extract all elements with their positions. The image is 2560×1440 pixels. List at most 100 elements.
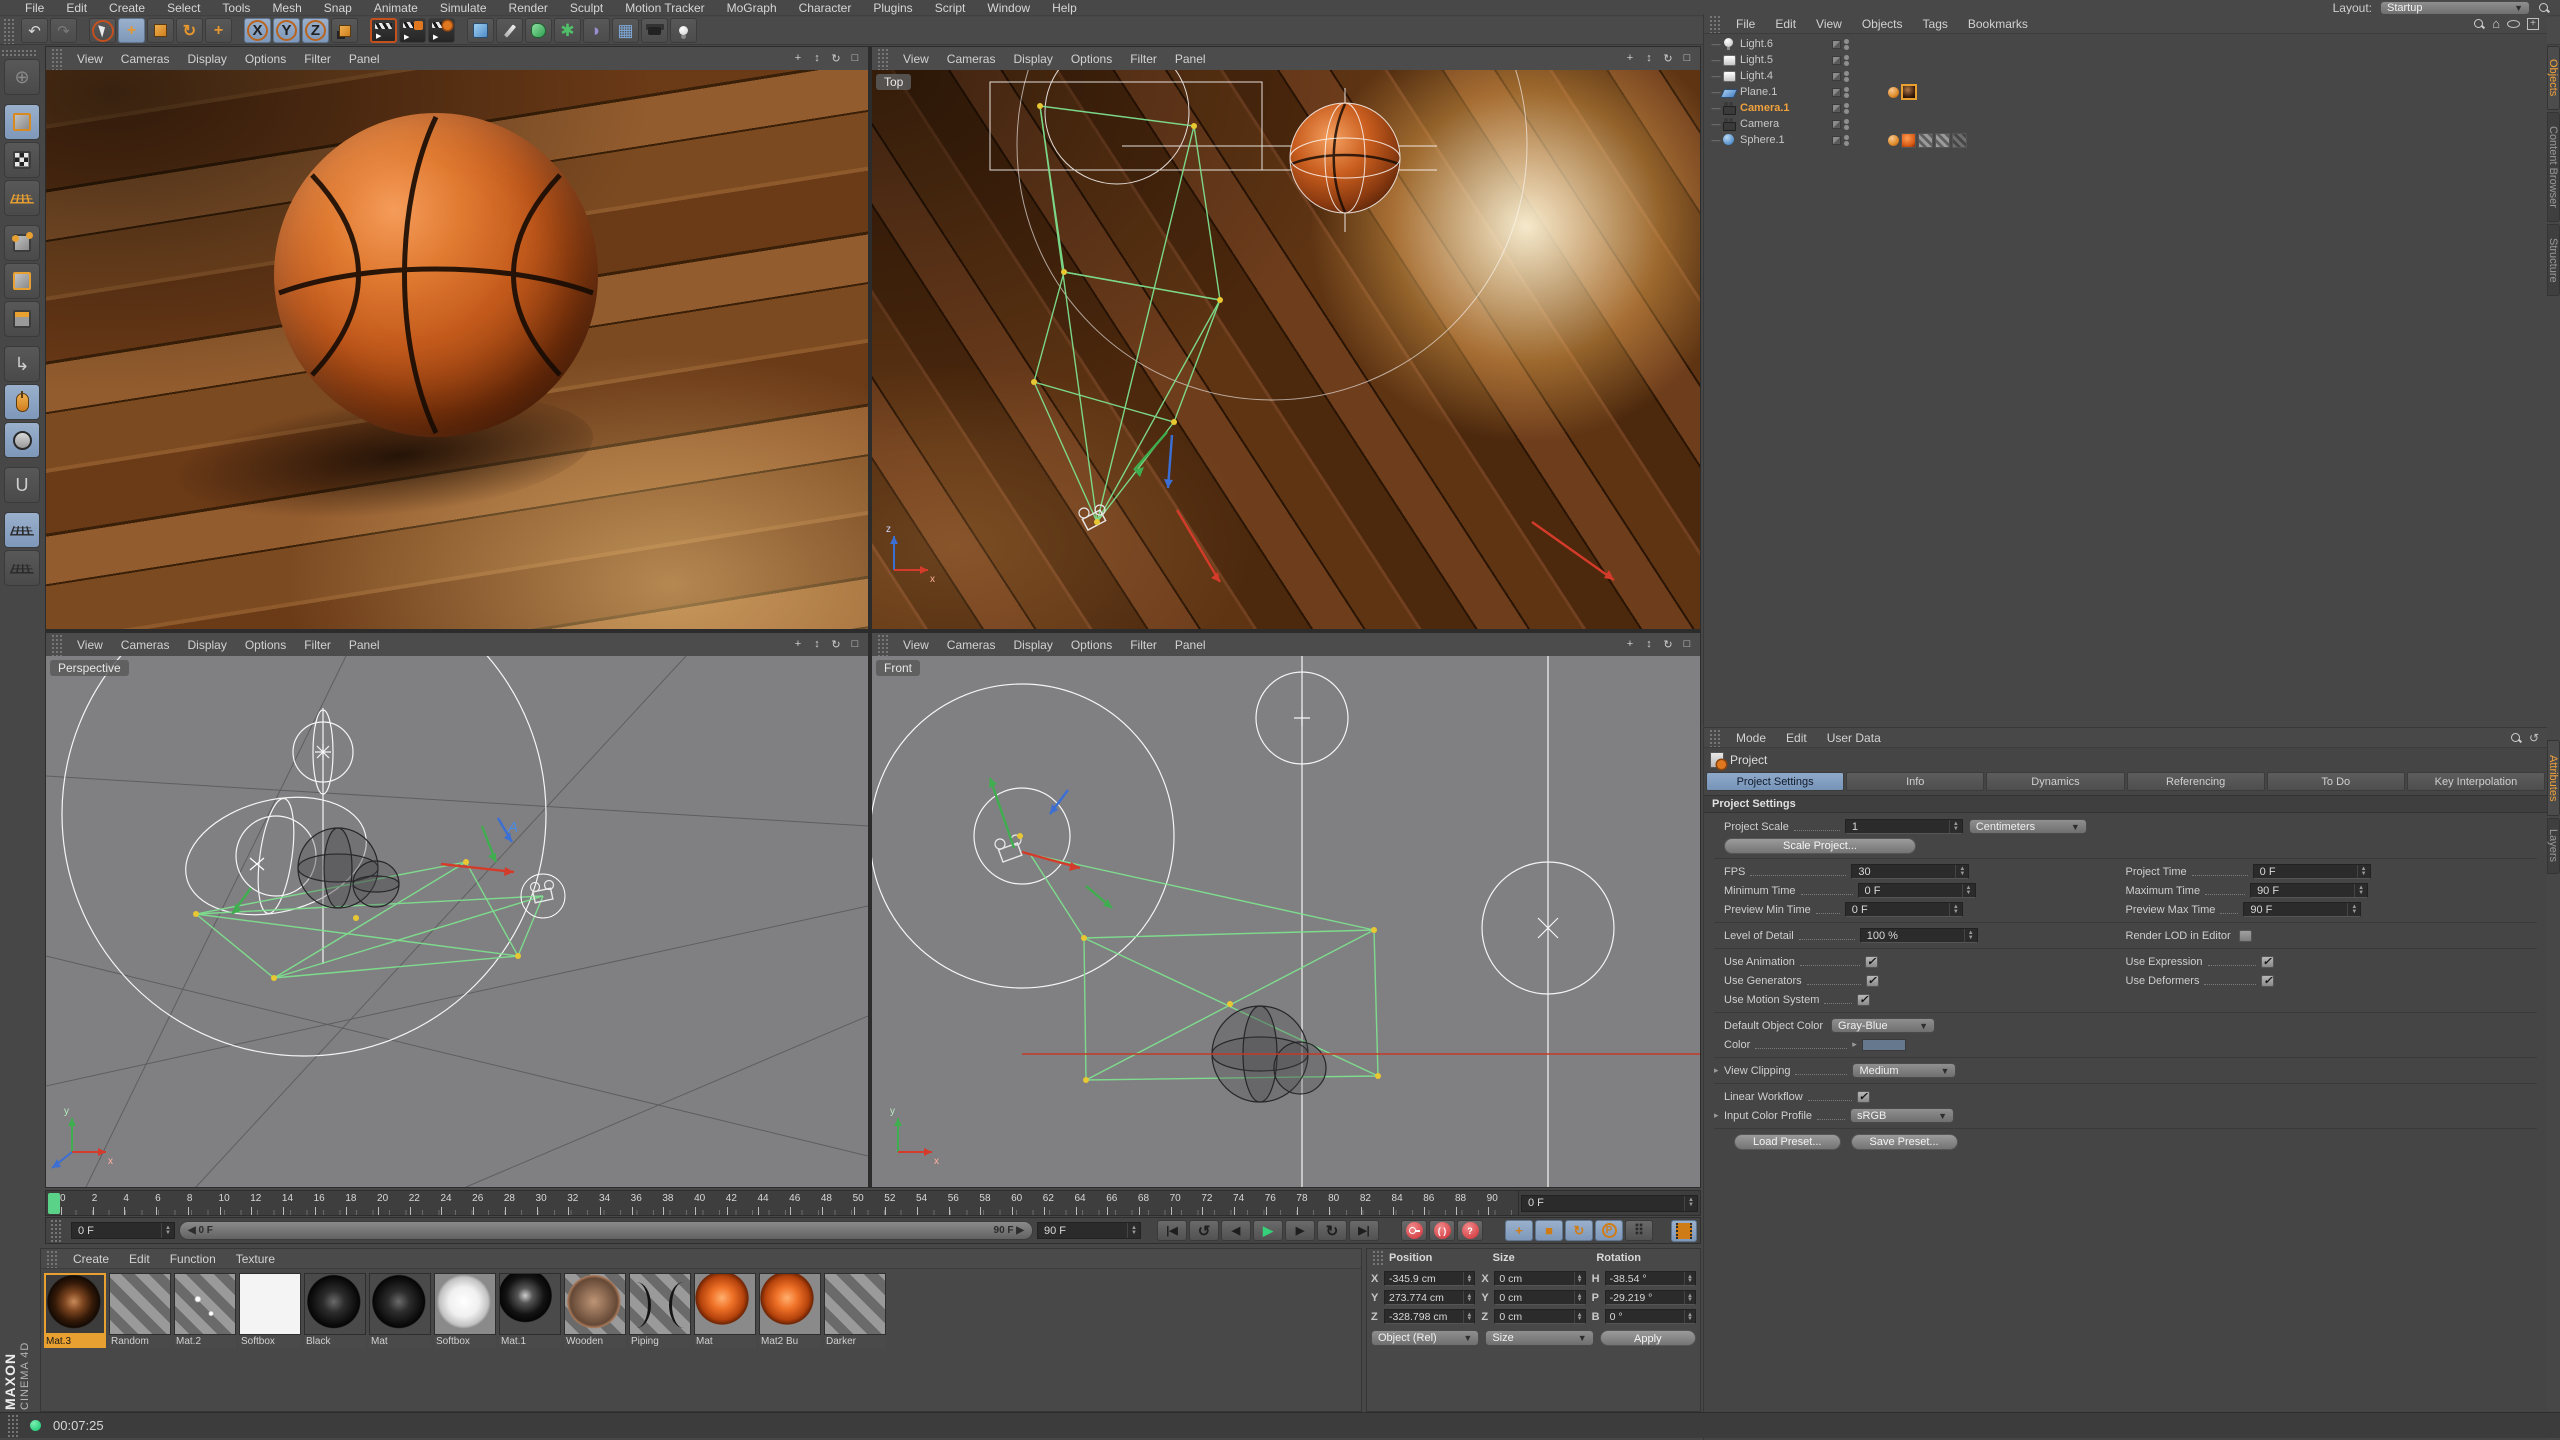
workplane-align-button[interactable] <box>4 550 40 586</box>
tree-toggle[interactable]: — <box>1710 103 1722 113</box>
workplane-lock-button[interactable] <box>4 512 40 548</box>
attribute-menu-item[interactable]: Edit <box>1776 731 1817 745</box>
search-icon[interactable] <box>2510 732 2522 744</box>
toolbar-grip[interactable] <box>2 17 14 44</box>
menubar-item[interactable]: Edit <box>55 1 98 15</box>
polygons-mode-button[interactable] <box>4 301 40 337</box>
position-y-field[interactable]: 273.774 cm ▲ ▼ <box>1384 1290 1476 1305</box>
section-header[interactable]: Project Settings <box>1704 795 2547 813</box>
object-axis-mode-button[interactable]: ↳ <box>4 346 40 382</box>
material-thumbnail[interactable] <box>629 1273 691 1335</box>
scale-project-button[interactable]: Scale Project... <box>1724 837 1916 854</box>
menubar-item[interactable]: File <box>14 1 55 15</box>
editor-visibility-toggle[interactable] <box>1832 119 1841 129</box>
color-expand-arrow[interactable]: ▸ <box>1852 1039 1862 1050</box>
separator[interactable] <box>79 18 87 43</box>
viewport-grip[interactable] <box>50 633 62 656</box>
model-mode-button[interactable] <box>4 104 40 140</box>
menubar-item[interactable]: MoGraph <box>716 1 788 15</box>
mat-dark-tag[interactable] <box>1901 84 1917 100</box>
menubar-item[interactable]: Animate <box>363 1 429 15</box>
maximize-icon[interactable]: □ <box>848 638 862 651</box>
key-position-toggle[interactable]: + <box>1505 1220 1533 1241</box>
object-row[interactable]: — Light.6 <box>1704 36 2547 52</box>
viewport-grip[interactable] <box>876 633 888 656</box>
material-item[interactable]: Random <box>108 1273 172 1348</box>
next-frame-button[interactable]: ▶ <box>1285 1220 1315 1241</box>
pan-icon[interactable]: + <box>1623 52 1637 65</box>
rotate-icon[interactable]: ↻ <box>1661 638 1675 651</box>
next-key-button[interactable]: ↻ <box>1317 1220 1347 1241</box>
spline-pen-button[interactable] <box>496 18 523 43</box>
viewport-menu-item[interactable]: Cameras <box>938 52 1005 66</box>
viewport-front-canvas[interactable]: Front y x <box>872 656 1700 1187</box>
material-thumbnail[interactable] <box>824 1273 886 1335</box>
menubar-item[interactable]: Simulate <box>429 1 498 15</box>
tree-toggle[interactable]: — <box>1710 39 1722 49</box>
tab-structure[interactable]: Structure <box>2547 224 2560 296</box>
render-view-button[interactable] <box>370 18 397 43</box>
material-item[interactable]: Piping <box>628 1273 692 1348</box>
panel-grip[interactable] <box>1708 728 1720 747</box>
separator[interactable] <box>360 18 368 43</box>
material-name[interactable]: Mat.2 <box>174 1335 236 1348</box>
goto-end-button[interactable]: ▶| <box>1349 1220 1379 1241</box>
tab-layers[interactable]: Layers <box>2547 818 2560 874</box>
visibility-dots[interactable] <box>1844 118 1849 130</box>
rotate-button[interactable]: ↻ <box>176 18 203 43</box>
maximize-icon[interactable]: □ <box>1680 638 1694 651</box>
editor-visibility-toggle[interactable] <box>1832 55 1841 65</box>
pan-icon[interactable]: + <box>1623 638 1637 651</box>
linear-workflow-checkbox[interactable]: ✓ <box>1856 1090 1870 1103</box>
add-cube-button[interactable] <box>467 18 494 43</box>
timeline-playhead[interactable] <box>48 1193 60 1214</box>
viewport-grip[interactable] <box>876 47 888 70</box>
view-clipping-expand-arrow[interactable]: ▸ <box>1714 1065 1724 1076</box>
viewport-menu-item[interactable]: Options <box>236 52 295 66</box>
viewport-menu-item[interactable]: Panel <box>340 52 389 66</box>
viewport-menu-item[interactable]: Options <box>236 638 295 652</box>
viewport-menu-item[interactable]: View <box>894 638 938 652</box>
eye-icon[interactable] <box>2507 19 2520 28</box>
viewport-menu-item[interactable]: Options <box>1062 52 1121 66</box>
mat-orange-tag[interactable] <box>1901 132 1916 148</box>
material-item[interactable]: Mat.3 <box>43 1273 107 1348</box>
stripe-tag[interactable] <box>1935 132 1950 148</box>
tree-toggle[interactable]: — <box>1710 119 1722 129</box>
object-row[interactable]: — Light.5 <box>1704 52 2547 68</box>
material-name[interactable]: Softbox <box>434 1335 496 1348</box>
object-name[interactable]: Sphere.1 <box>1740 134 1832 146</box>
object-manager-menu-item[interactable]: Tags <box>1913 17 1958 31</box>
menubar-item[interactable]: Snap <box>313 1 363 15</box>
status-grip[interactable] <box>6 1413 18 1438</box>
attribute-tab[interactable]: Key Interpolation <box>2406 772 2546 791</box>
range-min-field[interactable]: 0 F ▲ ▼ <box>71 1222 175 1239</box>
attribute-tab[interactable]: To Do <box>2266 772 2405 791</box>
size-x-field[interactable]: 0 cm ▲ ▼ <box>1494 1271 1586 1286</box>
material-item[interactable]: Mat <box>368 1273 432 1348</box>
play-button[interactable]: ▶ <box>1253 1220 1283 1241</box>
material-thumbnail[interactable] <box>304 1273 366 1335</box>
object-name[interactable]: Light.4 <box>1740 70 1832 82</box>
maximum-time-field[interactable]: 90 F ▲ ▼ <box>2250 883 2369 898</box>
subdivision-surface-button[interactable] <box>525 18 552 43</box>
rotate-icon[interactable]: ↻ <box>829 52 843 65</box>
view-clipping-dropdown[interactable]: Medium ▼ <box>1852 1063 1957 1078</box>
editor-visibility-toggle[interactable] <box>1832 135 1841 145</box>
material-menu-item[interactable]: Texture <box>226 1252 285 1266</box>
size-y-field[interactable]: 0 cm ▲ ▼ <box>1494 1290 1586 1305</box>
viewport-menu-item[interactable]: Panel <box>340 638 389 652</box>
viewport-menu-item[interactable]: View <box>894 52 938 66</box>
size-z-field[interactable]: 0 cm ▲ ▼ <box>1494 1309 1586 1324</box>
menubar-item[interactable]: Sculpt <box>559 1 614 15</box>
scale-button[interactable] <box>147 18 174 43</box>
phong-tag[interactable] <box>1888 134 1899 146</box>
key-parameter-toggle[interactable]: P <box>1595 1220 1623 1241</box>
object-manager-menu-item[interactable]: View <box>1806 17 1852 31</box>
position-z-field[interactable]: -328.798 cm ▲ ▼ <box>1384 1309 1476 1324</box>
add-icon[interactable]: + <box>2527 17 2539 30</box>
material-name[interactable]: Piping <box>629 1335 691 1348</box>
viewport-menu-item[interactable]: Cameras <box>112 52 179 66</box>
menubar-item[interactable]: Plugins <box>862 1 923 15</box>
input-profile-expand-arrow[interactable]: ▸ <box>1714 1110 1724 1121</box>
